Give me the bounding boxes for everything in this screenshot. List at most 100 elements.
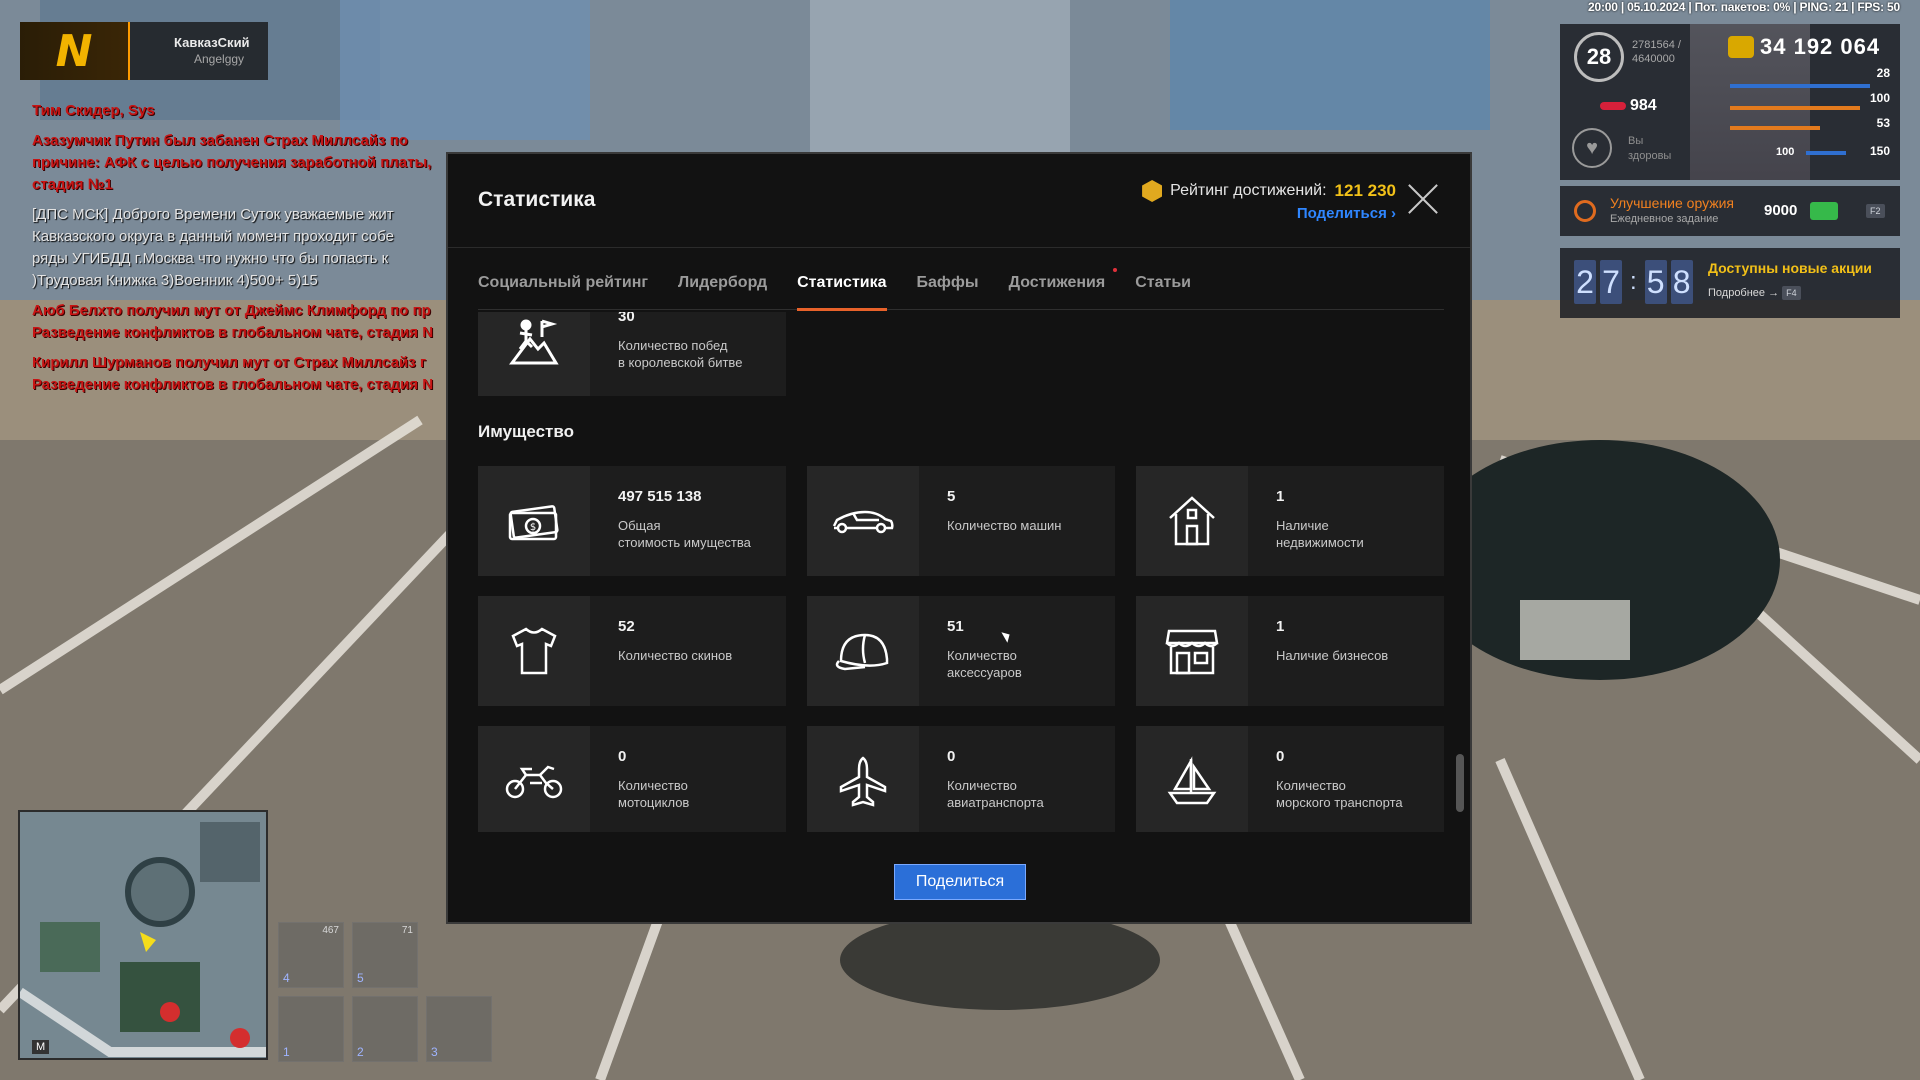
tab-buffs[interactable]: Баффы xyxy=(917,274,979,310)
statistics-content[interactable]: 30 Количество побед в королевской битве … xyxy=(478,312,1444,832)
stat-label: Количество скинов xyxy=(618,648,733,663)
quest-progress-icon xyxy=(1574,200,1596,222)
level-badge: 28 xyxy=(1574,32,1624,82)
summit-icon xyxy=(478,312,590,396)
xp-current: 2781564 / xyxy=(1632,39,1681,51)
inventory-hotbar: 467 4 71 5 1 2 3 xyxy=(278,922,492,1062)
minimap-hotkey: M xyxy=(32,1040,50,1054)
stat-value: 150 xyxy=(1869,144,1890,158)
modal-header: Статистика Рейтинг достижений: 121 230 П… xyxy=(448,154,1470,248)
stat-value: 0 xyxy=(1276,748,1285,765)
heart-icon: ♥ xyxy=(1572,128,1612,168)
timer-digit: 5 xyxy=(1644,260,1667,304)
shop-icon xyxy=(1136,596,1248,706)
promo-details-link[interactable]: Подробнее → F4 xyxy=(1708,286,1801,300)
stat-card-businesses: 1 Наличие бизнесов xyxy=(1136,596,1444,706)
hunger-icon xyxy=(1600,102,1626,110)
car-icon xyxy=(807,466,919,576)
quest-title: Улучшение оружия xyxy=(1610,195,1735,211)
timer-separator: : xyxy=(1630,268,1637,295)
tab-leaderboard[interactable]: Лидерборд xyxy=(678,274,767,310)
stat-card-aircraft: 0 Количество авиатранспорта xyxy=(807,726,1115,832)
minimap[interactable]: M xyxy=(18,810,268,1060)
section-title-property: Имущество xyxy=(478,422,574,441)
stat-label: Количество побед в королевской битве xyxy=(618,338,743,370)
stat-card-boats: 0 Количество морского транспорта xyxy=(1136,726,1444,832)
stat-label: Количество авиатранспорта xyxy=(947,778,1044,810)
statistics-modal: Статистика Рейтинг достижений: 121 230 П… xyxy=(446,152,1472,924)
promo-banner[interactable]: 2 7 : 5 8 Доступны новые акции Подробнее… xyxy=(1560,248,1900,318)
money-icon xyxy=(1728,36,1754,58)
rating-share-link[interactable]: Поделиться › xyxy=(1142,205,1396,222)
close-icon[interactable] xyxy=(1406,182,1440,216)
stat-bar xyxy=(1730,84,1870,88)
health-status: Вы здоровы xyxy=(1628,135,1672,162)
rating-value: 121 230 xyxy=(1334,181,1396,200)
chat-message: [ДПС МСК] Доброго Времени Суток уважаемы… xyxy=(32,206,394,289)
tab-social-rating[interactable]: Социальный рейтинг xyxy=(478,274,648,310)
slot-count: 467 xyxy=(322,925,339,936)
slot-count: 71 xyxy=(401,925,413,936)
stat-value: 100 xyxy=(1869,91,1890,105)
modal-tabs: Социальный рейтинг Лидерборд Статистика … xyxy=(478,268,1444,311)
stat-value: 0 xyxy=(947,748,956,765)
hotbar-slot[interactable]: 1 xyxy=(278,996,344,1062)
rating-label: Рейтинг достижений: xyxy=(1170,182,1327,199)
chat-message: Аюб Белхто получил мут от Джеймс Климфор… xyxy=(32,302,434,341)
stat-bar xyxy=(1730,106,1860,110)
slot-number: 1 xyxy=(283,1045,290,1059)
slot-number: 5 xyxy=(357,971,364,985)
tshirt-icon xyxy=(478,596,590,706)
xp-max: 4640000 xyxy=(1632,53,1675,65)
modal-title: Статистика xyxy=(478,188,596,211)
armor-value: 100 xyxy=(1776,146,1795,158)
hotbar-slot[interactable]: 71 5 xyxy=(352,922,418,988)
timer-digit: 8 xyxy=(1670,260,1693,304)
connection-info: 20:00 | 05.10.2024 | Пот. пакетов: 0% | … xyxy=(1588,0,1900,14)
stat-value: 1 xyxy=(1276,488,1285,505)
stat-card-accessories: 51 Количество аксессуаров xyxy=(807,596,1115,706)
hotbar-slot[interactable]: 3 xyxy=(426,996,492,1062)
chat-message: Тим Скидер, Sys xyxy=(32,102,155,119)
content-scrollbar[interactable] xyxy=(1456,754,1464,812)
stat-card-real-estate: 1 Наличие недвижимости xyxy=(1136,466,1444,576)
stat-label: Общая стоимость имущества xyxy=(618,518,751,550)
tab-statistics[interactable]: Статистика xyxy=(797,274,887,311)
stat-label: Количество аксессуаров xyxy=(947,648,1022,680)
plane-icon xyxy=(807,726,919,832)
hunger-value: 984 xyxy=(1630,97,1657,114)
quest-subtitle: Ежедневное задание xyxy=(1610,213,1719,225)
tab-achievements[interactable]: Достижения xyxy=(1008,268,1118,310)
tab-articles[interactable]: Статьи xyxy=(1135,274,1191,310)
server-name: КавказСкий xyxy=(174,35,250,50)
stat-label: Количество машин xyxy=(947,518,1062,533)
cash-icon xyxy=(1810,202,1838,220)
stat-label: Количество мотоциклов xyxy=(618,778,690,810)
quest-reward: 9000 xyxy=(1764,202,1798,219)
slot-number: 3 xyxy=(431,1045,438,1059)
timer-digit: 7 xyxy=(1600,260,1622,304)
armor-bar xyxy=(1806,151,1846,155)
arrow-right-icon: → xyxy=(1768,287,1783,299)
notification-dot xyxy=(1113,268,1118,272)
stat-card-battle-royale: 30 Количество побед в королевской битве xyxy=(478,312,786,396)
svg-text:$: $ xyxy=(530,522,536,533)
share-button[interactable]: Поделиться xyxy=(894,864,1026,900)
stat-label: Количество морского транспорта xyxy=(1276,778,1403,810)
tab-achievements-label: Достижения xyxy=(1008,274,1106,291)
daily-quest[interactable]: Улучшение оружия Ежедневное задание 9000… xyxy=(1560,186,1900,236)
promo-title: Доступны новые акции xyxy=(1708,260,1872,276)
xp-counter: 2781564 / 4640000 xyxy=(1632,38,1681,66)
player-name: Angelggy xyxy=(194,52,245,66)
stat-card-property-value: $ 497 515 138 Общая стоимость имущества xyxy=(478,466,786,576)
promo-timer: 2 7 : 5 8 xyxy=(1574,260,1693,304)
hotbar-slot[interactable]: 467 4 xyxy=(278,922,344,988)
house-icon xyxy=(1136,466,1248,576)
money-balance: 34 192 064 xyxy=(1760,34,1881,59)
hotbar-slot[interactable]: 2 xyxy=(352,996,418,1062)
stat-value: 28 xyxy=(1876,66,1890,80)
promo-hotkey: F4 xyxy=(1782,286,1801,300)
promo-details-label: Подробнее xyxy=(1708,287,1766,299)
chat-message: Азазумчик Путин был забанен Страх Миллса… xyxy=(32,132,432,193)
stat-value: 51 xyxy=(947,618,964,635)
